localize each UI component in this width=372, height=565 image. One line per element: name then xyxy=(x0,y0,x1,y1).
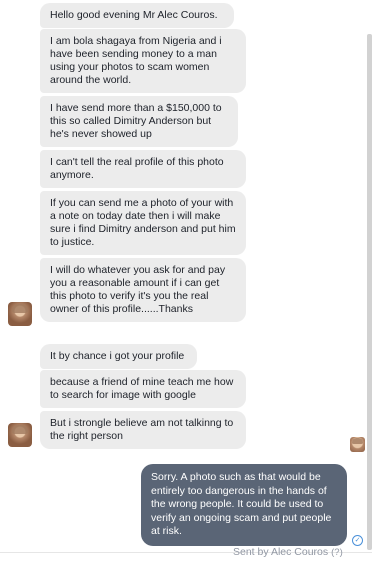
message-bubble: Hello good evening Mr Alec Couros. xyxy=(40,3,234,28)
message-bubble: It by chance i got your profile xyxy=(40,344,197,369)
message-bubble: I am bola shagaya from Nigeria and i hav… xyxy=(40,29,246,93)
sender-avatar[interactable] xyxy=(8,423,32,447)
message-bubble: I can't tell the real profile of this ph… xyxy=(40,150,246,188)
sent-by-label: Sent by Alec Couros xyxy=(233,546,329,558)
sent-status: Sent by Alec Couros (?) xyxy=(233,546,343,558)
message-bubble: because a friend of mine teach me how to… xyxy=(40,370,246,408)
scrollbar[interactable] xyxy=(367,34,372,550)
read-receipt-avatar xyxy=(350,437,365,452)
message-bubble: I have send more than a $150,000 to this… xyxy=(40,96,238,147)
message-bubble: If you can send me a photo of your with … xyxy=(40,191,246,255)
sender-avatar[interactable] xyxy=(8,302,32,326)
message-bubble: I will do whatever you ask for and pay y… xyxy=(40,258,246,322)
message-bubble: But i strongle believe am not talkinng t… xyxy=(40,411,246,449)
my-message-bubble: Sorry. A photo such as that would be ent… xyxy=(141,464,347,546)
help-link[interactable]: (?) xyxy=(331,547,343,558)
seen-check-icon: ✓ xyxy=(352,535,363,546)
